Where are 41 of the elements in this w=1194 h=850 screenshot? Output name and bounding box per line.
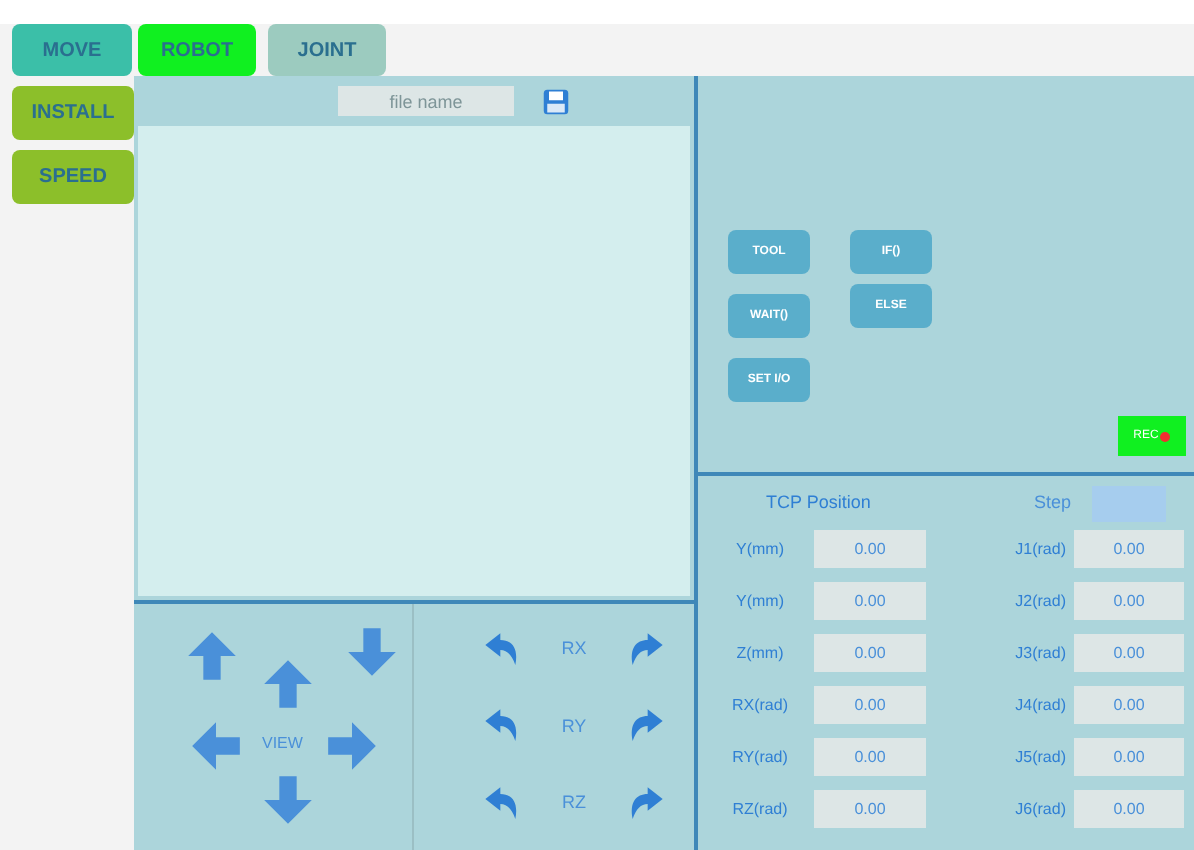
axis-label: RY bbox=[561, 713, 587, 740]
joint-label: J2(rad) bbox=[1013, 589, 1066, 613]
arrow-icon[interactable] bbox=[262, 656, 314, 712]
joint-label: J4(rad) bbox=[1013, 693, 1066, 717]
joint-value: 0.00 bbox=[1074, 686, 1184, 724]
joint-value: 0.00 bbox=[1074, 790, 1184, 828]
joint-value: 0.00 bbox=[1074, 582, 1184, 620]
coordinate-label: RY(rad) bbox=[730, 745, 790, 769]
view-label: VIEW bbox=[262, 732, 303, 756]
coordinate-value: 0.00 bbox=[814, 738, 926, 776]
joint-label: J6(rad) bbox=[1013, 797, 1066, 821]
joint-value: 0.00 bbox=[1074, 530, 1184, 568]
coordinate-value: 0.00 bbox=[814, 634, 926, 672]
joint-value: 0.00 bbox=[1074, 634, 1184, 672]
joint-label: J5(rad) bbox=[1013, 745, 1066, 769]
coordinate-label: Y(mm) bbox=[734, 537, 786, 561]
joint-label: J1(rad) bbox=[1013, 537, 1066, 561]
side-button[interactable]: INSTALL bbox=[12, 86, 134, 140]
coordinate-label: Z(mm) bbox=[734, 641, 786, 665]
file-name-field[interactable]: file name bbox=[338, 86, 514, 116]
tcp-title: TCP Position bbox=[766, 490, 873, 517]
tab[interactable]: ROBOT bbox=[138, 24, 256, 76]
coordinate-value: 0.00 bbox=[814, 582, 926, 620]
axis-label: RX bbox=[561, 636, 587, 663]
arrow-icon[interactable] bbox=[346, 624, 398, 680]
joint-label: J3(rad) bbox=[1013, 641, 1066, 665]
joint-value: 0.00 bbox=[1074, 738, 1184, 776]
arrow-icon[interactable] bbox=[262, 772, 314, 828]
coordinate-label: Y(mm) bbox=[734, 589, 786, 613]
coordinate-value: 0.00 bbox=[814, 530, 926, 568]
tab[interactable]: MOVE bbox=[12, 24, 132, 76]
arrow-icon[interactable] bbox=[186, 628, 238, 684]
coordinate-label: RX(rad) bbox=[729, 693, 790, 717]
step-label: Step bbox=[1034, 490, 1072, 517]
coordinate-value: 0.00 bbox=[814, 790, 926, 828]
tab[interactable]: JOINT bbox=[268, 24, 386, 76]
coordinate-label: RZ(rad) bbox=[730, 797, 790, 821]
coordinate-value: 0.00 bbox=[814, 686, 926, 724]
axis-label: RZ bbox=[562, 790, 586, 817]
save-icon[interactable] bbox=[542, 87, 570, 115]
side-button[interactable]: SPEED bbox=[12, 150, 134, 204]
